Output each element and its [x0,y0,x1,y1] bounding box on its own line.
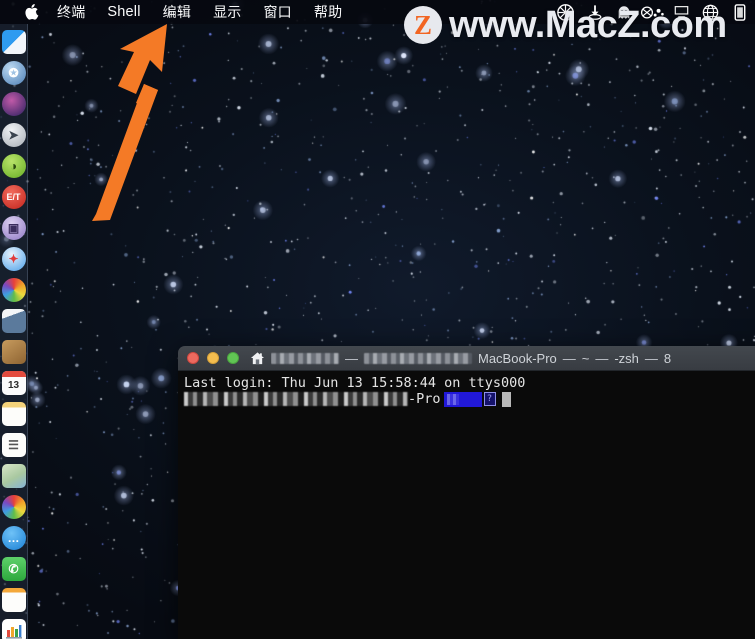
dock-item-glyph: ▣ [7,221,20,235]
terminal-titlebar[interactable]: — MacBook-Pro — ~ — -zsh — 8 [178,346,755,371]
close-button[interactable] [187,352,199,364]
dock-item-glyph: … [7,531,20,545]
dock-item-facetime[interactable]: ✆ [1,557,26,581]
dock: ✪➤◑E/T▣✦13☰…✆▭♫A [0,24,28,639]
dock-item-glyph: ✆ [8,562,19,576]
dock-item-calendar[interactable]: 13 [1,371,26,395]
menu-item-shell[interactable]: Shell [96,0,151,24]
dock-item-glyph: ✪ [8,66,19,80]
last-login-text: Last login: Thu Jun 13 15:58:44 on ttys0… [184,375,526,391]
dock-item-android[interactable]: ◑ [1,154,26,178]
dock-item-glyph: ➤ [8,128,19,142]
dock-item-glyph: E/T [6,191,21,202]
download-icon[interactable] [581,0,608,24]
apple-logo-icon[interactable] [16,3,46,21]
dock-item-maps[interactable] [1,464,26,488]
airplay-display-icon[interactable] [668,0,695,24]
bluetooth-dots-icon[interactable] [639,0,666,24]
ghost-icon[interactable] [610,0,637,24]
dock-item-photos[interactable] [1,495,26,519]
dock-item-color-wheel[interactable] [1,278,26,302]
traffic-lights [187,352,239,364]
dock-item-numbers[interactable] [1,619,26,639]
zoom-button[interactable] [227,352,239,364]
dock-item-finder[interactable] [1,30,26,54]
title-separator-2: — [562,350,576,366]
terminal-output-area[interactable]: Last login: Thu Jun 13 15:58:44 on ttys0… [178,371,755,639]
blurred-prompt-text [184,392,408,406]
title-host: MacBook-Pro [478,350,557,366]
terminal-window[interactable]: — MacBook-Pro — ~ — -zsh — 8 Last login:… [178,346,755,639]
dock-item-reminders[interactable]: ☰ [1,433,26,457]
menu-bar: 终端 Shell 编辑 显示 窗口 帮助 [0,0,755,24]
dock-item-glyph: ◑ [9,159,18,173]
dock-item-glyph: ☰ [8,438,19,452]
menu-item-window[interactable]: 窗口 [252,0,302,24]
dock-item-et-red[interactable]: E/T [1,185,26,209]
terminal-title: — MacBook-Pro — ~ — -zsh — 8 [271,351,671,366]
title-trailing: 8 [663,350,672,366]
title-shell: -zsh [614,350,639,366]
menu-bar-left: 终端 Shell 编辑 显示 窗口 帮助 [0,0,353,24]
dock-item-photo-preview[interactable] [1,309,26,333]
terminal-line-prompt: -Pro ? [184,391,755,407]
title-separator-4: — [644,350,658,366]
battery-icon[interactable] [726,0,753,24]
dock-item-messages[interactable]: … [1,526,26,550]
dock-item-launchpad-rocket[interactable]: ➤ [1,123,26,147]
menu-item-terminal[interactable]: 终端 [46,0,96,24]
title-separator-1: — [345,350,358,366]
globe-icon[interactable] [697,0,724,24]
menu-item-view[interactable]: 显示 [202,0,252,24]
dock-item-glyph: ✦ [8,252,19,266]
blurred-title-segment-2 [364,352,472,364]
title-path: ~ [581,350,590,366]
text-cursor [501,391,511,407]
minimize-button[interactable] [207,352,219,364]
menu-item-help[interactable]: 帮助 [303,0,353,24]
dock-item-notes[interactable] [1,402,26,426]
home-icon [250,351,265,366]
menu-bar-status-area [552,0,755,24]
fan-icon[interactable] [552,0,579,24]
dock-item-app-badge-blue[interactable]: ✪ [1,61,26,85]
dock-item-pages[interactable] [1,588,26,612]
dock-item-space-purple[interactable] [1,92,26,116]
dock-item-floppy-purple[interactable]: ▣ [1,216,26,240]
prompt-host-suffix: -Pro [408,391,441,407]
unknown-glyph-box: ? [483,392,496,406]
terminal-line-last-login: Last login: Thu Jun 13 15:58:44 on ttys0… [184,375,755,391]
blurred-title-segment-1 [271,352,339,364]
menu-item-edit[interactable]: 编辑 [152,0,202,24]
selection-highlight [443,391,482,407]
dock-item-brown-package[interactable] [1,340,26,364]
title-separator-3: — [595,350,609,366]
dock-item-safari[interactable]: ✦ [1,247,26,271]
